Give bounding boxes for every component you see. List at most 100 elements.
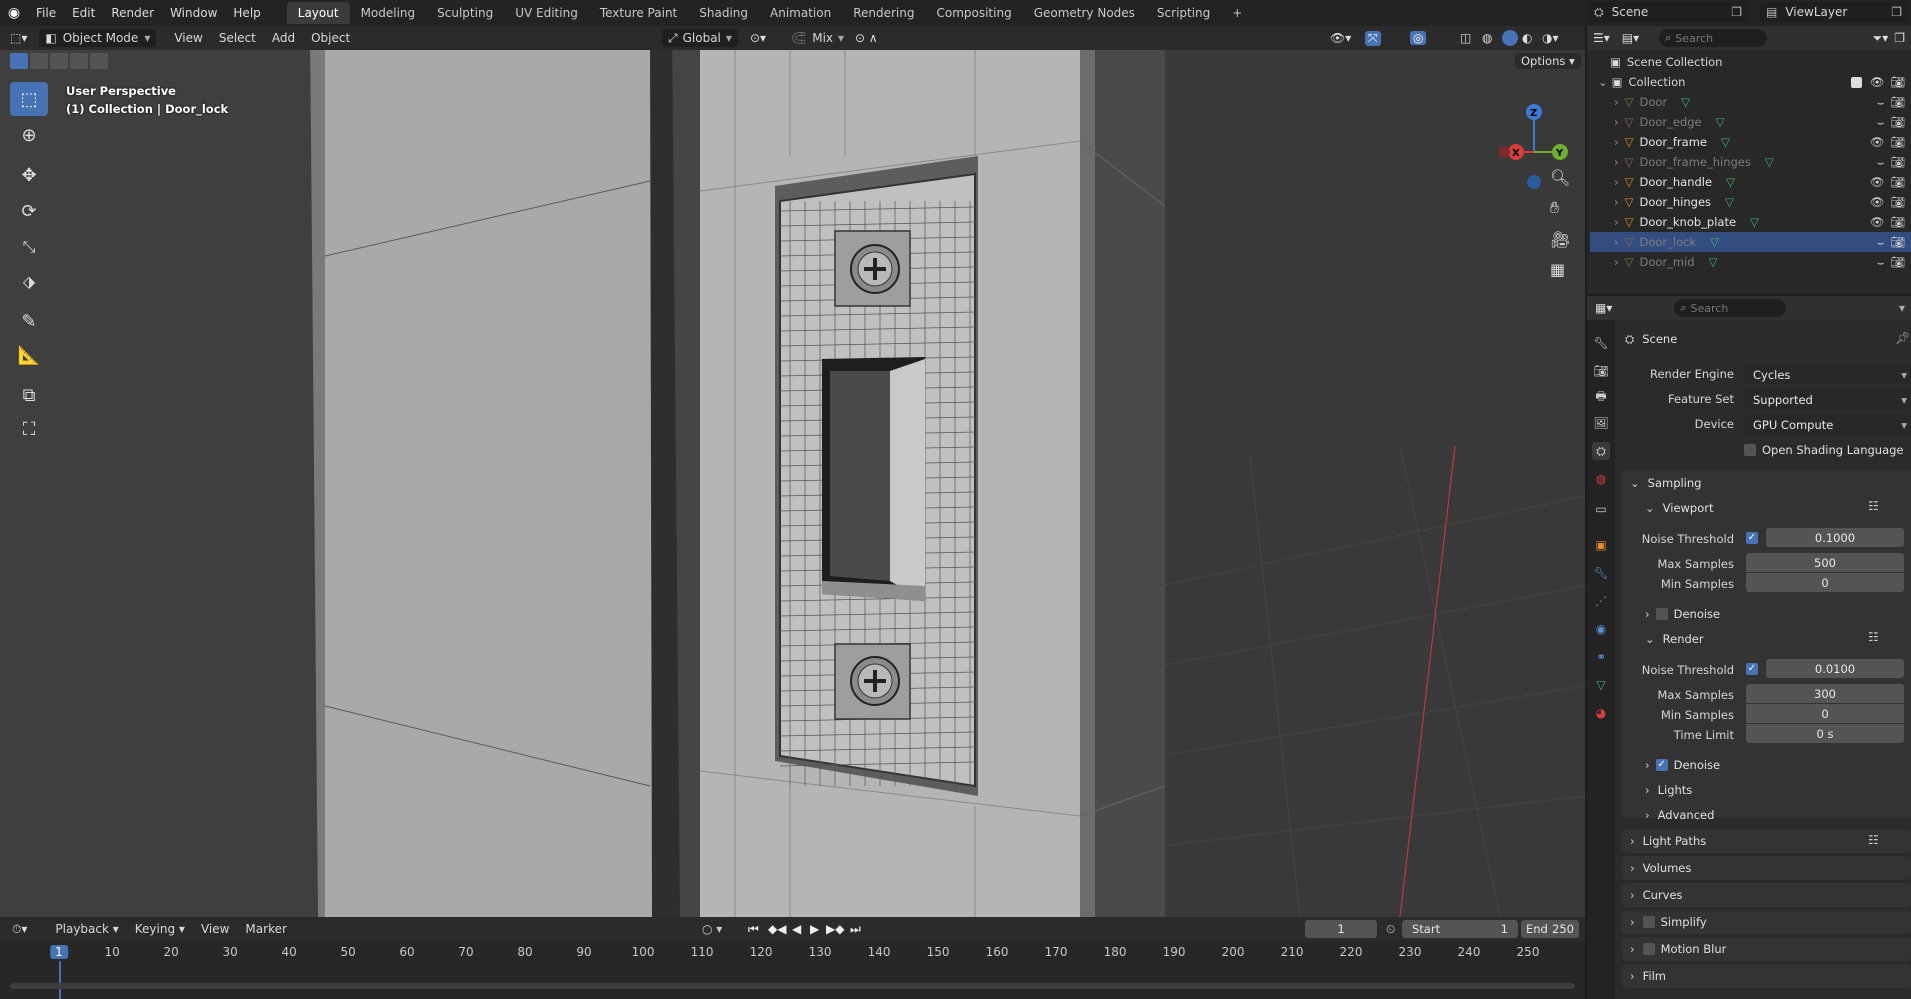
pin-icon[interactable]: 📌︎ bbox=[1895, 331, 1910, 345]
eye-icon[interactable]: 👁︎ bbox=[1870, 195, 1885, 209]
camera-icon[interactable]: 📷︎ bbox=[1890, 175, 1905, 189]
tab-geometry-nodes[interactable]: Geometry Nodes bbox=[1023, 2, 1146, 24]
add-cube-tool[interactable]: ⧉ bbox=[10, 378, 48, 412]
film-header[interactable]: › Film bbox=[1630, 966, 1666, 986]
material-tab-icon[interactable]: ◕ bbox=[1592, 704, 1610, 722]
add-object-tool[interactable]: ⛶ bbox=[10, 412, 48, 446]
render-denoise-row[interactable]: › ✓ Denoise bbox=[1645, 755, 1720, 775]
play-reverse-icon[interactable]: ◀ bbox=[792, 922, 801, 936]
outliner-item-door-knob-plate[interactable]: › ▽ Door_knob_plate ▽ 👁︎ 📷︎ bbox=[1590, 212, 1911, 232]
gizmo-toggle-icon[interactable]: ⤧ bbox=[1365, 30, 1381, 46]
eye-icon[interactable]: 👁︎ bbox=[1870, 175, 1885, 189]
outliner-item-door[interactable]: › ▽ Door ▽ ⌣ 📷︎ bbox=[1590, 92, 1911, 112]
annotate-tool[interactable]: ✎ bbox=[10, 304, 48, 338]
menu-edit[interactable]: Edit bbox=[64, 0, 103, 26]
camera-icon[interactable]: 📷︎ bbox=[1890, 215, 1905, 229]
render-engine-dropdown[interactable]: Cycles ▾ bbox=[1745, 365, 1911, 384]
outliner-item-door-handle[interactable]: › ▽ Door_handle ▽ 👁︎ 📷︎ bbox=[1590, 172, 1911, 192]
solid-shading-icon[interactable] bbox=[1502, 30, 1518, 46]
render-tab-icon[interactable]: 📷︎ bbox=[1592, 362, 1610, 380]
motion-blur-checkbox[interactable] bbox=[1642, 943, 1655, 955]
menu-render[interactable]: Render bbox=[103, 0, 162, 26]
camera-icon[interactable]: 📷︎ bbox=[1890, 115, 1905, 129]
motion-blur-header[interactable]: › Motion Blur bbox=[1630, 939, 1726, 959]
viewport-subpanel-header[interactable]: ⌄ Viewport bbox=[1645, 498, 1714, 518]
light-paths-presets-icon[interactable]: ☷ bbox=[1868, 833, 1879, 847]
render-presets-icon[interactable]: ☷ bbox=[1868, 630, 1879, 644]
tab-sculpting[interactable]: Sculpting bbox=[426, 2, 504, 24]
camera-icon[interactable]: 📷︎ bbox=[1890, 195, 1905, 209]
select-extend-icon[interactable] bbox=[30, 53, 48, 69]
osl-checkbox-row[interactable]: Open Shading Language bbox=[1744, 440, 1904, 460]
render-subpanel-header[interactable]: ⌄ Render bbox=[1645, 629, 1704, 649]
outliner-item-door-hinges[interactable]: › ▽ Door_hinges ▽ 👁︎ 📷︎ bbox=[1590, 192, 1911, 212]
new-view-layer-icon[interactable]: ❐ bbox=[1891, 5, 1902, 19]
light-paths-header[interactable]: › Light Paths bbox=[1630, 831, 1706, 851]
viewport-menu-select[interactable]: Select bbox=[211, 31, 264, 45]
expand-arrow-icon[interactable]: › bbox=[1614, 115, 1619, 129]
sampling-panel-header[interactable]: ⌄ Sampling bbox=[1630, 473, 1701, 493]
expand-arrow-icon[interactable]: › bbox=[1614, 235, 1619, 249]
select-box-tool[interactable]: ⬚ bbox=[10, 82, 48, 116]
eye-icon[interactable]: 👁︎ bbox=[1870, 135, 1885, 149]
measure-tool[interactable]: 📐 bbox=[10, 338, 48, 372]
camera-icon[interactable]: 📷︎ bbox=[1890, 235, 1905, 249]
timeline-menu-marker[interactable]: Marker bbox=[237, 922, 294, 936]
current-frame-field[interactable]: 1 bbox=[1305, 920, 1377, 938]
jump-keyframe-forward-icon[interactable]: ▶◆ bbox=[826, 922, 844, 936]
playhead-line[interactable] bbox=[59, 961, 61, 999]
outliner-item-door-lock[interactable]: › ▽ Door_lock ▽ ⌣ 📷︎ bbox=[1590, 232, 1911, 252]
particles-tab-icon[interactable]: ⋰ bbox=[1592, 592, 1610, 610]
viewport-noise-threshold-checkbox[interactable]: ✓ bbox=[1746, 532, 1758, 544]
viewport-min-samples-field[interactable]: 0 bbox=[1746, 573, 1904, 592]
eye-icon[interactable]: 👁︎ bbox=[1870, 215, 1885, 229]
outliner-item-door-edge[interactable]: › ▽ Door_edge ▽ ⌣ 📷︎ bbox=[1590, 112, 1911, 132]
pivot-icon[interactable]: ⊙▾ bbox=[750, 31, 766, 45]
collection-row[interactable]: ⌄ ▣ Collection 👁︎ 📷︎ bbox=[1590, 72, 1911, 92]
snap-dropdown[interactable]: 🧲︎ Mix ▾ bbox=[785, 29, 850, 47]
osl-checkbox[interactable] bbox=[1744, 444, 1756, 456]
jump-start-icon[interactable]: ⏮ bbox=[748, 922, 759, 937]
overlay-toggle-icon[interactable]: ◎ bbox=[1410, 31, 1427, 45]
filter-icon[interactable]: ⏷▾ bbox=[1873, 31, 1889, 46]
outliner-item-door-mid[interactable]: › ▽ Door_mid ▽ ⌣ 📷︎ bbox=[1590, 252, 1911, 272]
select-invert-icon[interactable] bbox=[70, 53, 88, 69]
viewport-menu-view[interactable]: View bbox=[166, 31, 210, 45]
viewport-denoise-row[interactable]: › Denoise bbox=[1645, 604, 1720, 624]
viewport-presets-icon[interactable]: ☷ bbox=[1868, 499, 1879, 513]
play-icon[interactable]: ▶ bbox=[810, 922, 819, 936]
ortho-toggle-icon[interactable]: ▦ bbox=[1550, 260, 1565, 279]
eye-closed-icon[interactable]: ⌣ bbox=[1877, 235, 1885, 250]
blender-logo-icon[interactable]: ◉ bbox=[0, 5, 28, 21]
expand-arrow-icon[interactable]: ⌄ bbox=[1598, 75, 1608, 89]
chevron-down-icon[interactable]: ▾ bbox=[1899, 301, 1905, 315]
xray-icon[interactable]: ◫ bbox=[1460, 31, 1471, 45]
simplify-checkbox[interactable] bbox=[1642, 916, 1655, 928]
select-subtract-icon[interactable] bbox=[50, 53, 68, 69]
tab-rendering[interactable]: Rendering bbox=[842, 2, 925, 24]
render-min-samples-field[interactable]: 0 bbox=[1746, 704, 1904, 723]
rotate-tool[interactable]: ⟳ bbox=[10, 194, 48, 228]
orientation-dropdown[interactable]: ⤢ Global ▾ bbox=[662, 29, 738, 47]
timeline-ruler[interactable]: 1 10 20 30 40 50 60 70 80 90 100 110 120 130 140 150 160… bbox=[0, 941, 1585, 999]
visibility-icon[interactable]: 👁︎▾ bbox=[1330, 31, 1351, 45]
object-tab-icon[interactable]: ▣ bbox=[1592, 536, 1610, 554]
mode-dropdown[interactable]: ◧ Object Mode ▾ bbox=[39, 29, 157, 47]
scene-tab-icon[interactable]: ⛭ bbox=[1592, 442, 1610, 460]
viewport-menu-add[interactable]: Add bbox=[264, 31, 303, 45]
timeline-scrollbar[interactable] bbox=[10, 983, 1575, 989]
camera-icon[interactable]: 📷︎ bbox=[1890, 75, 1905, 89]
menu-window[interactable]: Window bbox=[162, 0, 225, 26]
render-noise-threshold-field[interactable]: 0.0100 bbox=[1766, 659, 1904, 678]
new-scene-icon[interactable]: ❐ bbox=[1731, 5, 1742, 19]
properties-editor-icon[interactable]: ▦▾ bbox=[1587, 301, 1620, 315]
eye-closed-icon[interactable]: ⌣ bbox=[1877, 115, 1885, 130]
camera-view-icon[interactable]: 🎥︎ bbox=[1550, 230, 1570, 249]
eye-icon[interactable]: 👁︎ bbox=[1870, 75, 1885, 89]
outliner-search[interactable]: ⌕ Search bbox=[1659, 29, 1768, 47]
jump-keyframe-back-icon[interactable]: ◆◀ bbox=[768, 922, 786, 936]
cursor-tool[interactable]: ⊕ bbox=[10, 118, 48, 152]
scene-selector[interactable]: ⛭ Scene ❐ bbox=[1588, 2, 1748, 22]
expand-arrow-icon[interactable]: › bbox=[1614, 195, 1619, 209]
zoom-icon[interactable]: 🔍︎ bbox=[1550, 168, 1570, 187]
